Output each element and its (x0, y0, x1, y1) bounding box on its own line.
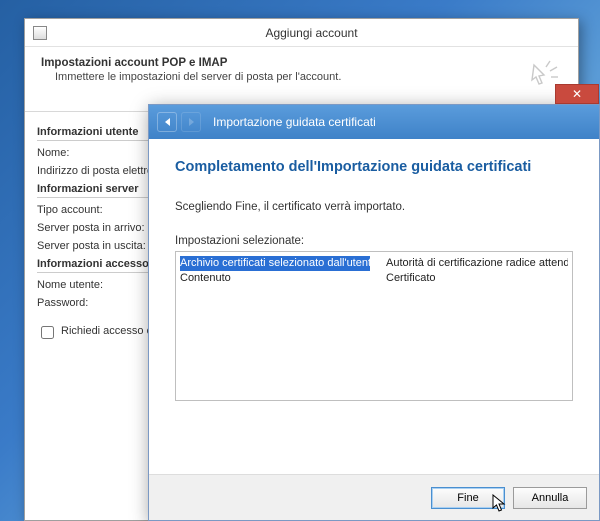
header-title: Impostazioni account POP e IMAP (41, 57, 522, 69)
arrow-left-icon (165, 118, 170, 126)
finish-button[interactable]: Fine (431, 487, 505, 509)
arrow-right-icon (189, 118, 194, 126)
close-icon: ✕ (572, 87, 582, 101)
settings-value: Autorità di certificazione radice attend… (386, 256, 568, 271)
wizard-paragraph: Scegliendo Fine, il certificato verrà im… (175, 201, 573, 213)
add-account-title: Aggiungi account (53, 26, 570, 40)
cancel-button[interactable]: Annulla (513, 487, 587, 509)
close-button[interactable]: ✕ (555, 84, 599, 104)
settings-listbox[interactable]: Archivio certificati selezionato dall'ut… (175, 251, 573, 401)
forward-button (181, 112, 201, 132)
window-app-icon (33, 26, 47, 40)
settings-row[interactable]: Contenuto Certificato (180, 271, 568, 286)
wizard-heading: Completamento dell'Importazione guidata … (175, 159, 573, 175)
spa-checkbox[interactable] (41, 326, 54, 339)
wizard-body: Completamento dell'Importazione guidata … (149, 139, 599, 474)
add-account-titlebar: Aggiungi account (25, 19, 578, 47)
back-button[interactable] (157, 112, 177, 132)
settings-key: Archivio certificati selezionato dall'ut… (180, 256, 370, 271)
settings-key: Contenuto (180, 271, 370, 286)
settings-label: Impostazioni selezionate: (175, 235, 573, 247)
wizard-footer: Fine Annulla (149, 474, 599, 520)
wizard-title: Importazione guidata certificati (213, 115, 599, 129)
settings-value: Certificato (386, 271, 568, 286)
settings-row-selected[interactable]: Archivio certificati selezionato dall'ut… (180, 256, 568, 271)
wizard-titlebar: Importazione guidata certificati (149, 105, 599, 139)
header-section: Impostazioni account POP e IMAP Immetter… (25, 47, 578, 112)
header-subtitle: Immettere le impostazioni del server di … (41, 71, 522, 83)
certificate-import-wizard: ✕ Importazione guidata certificati Compl… (148, 104, 600, 521)
